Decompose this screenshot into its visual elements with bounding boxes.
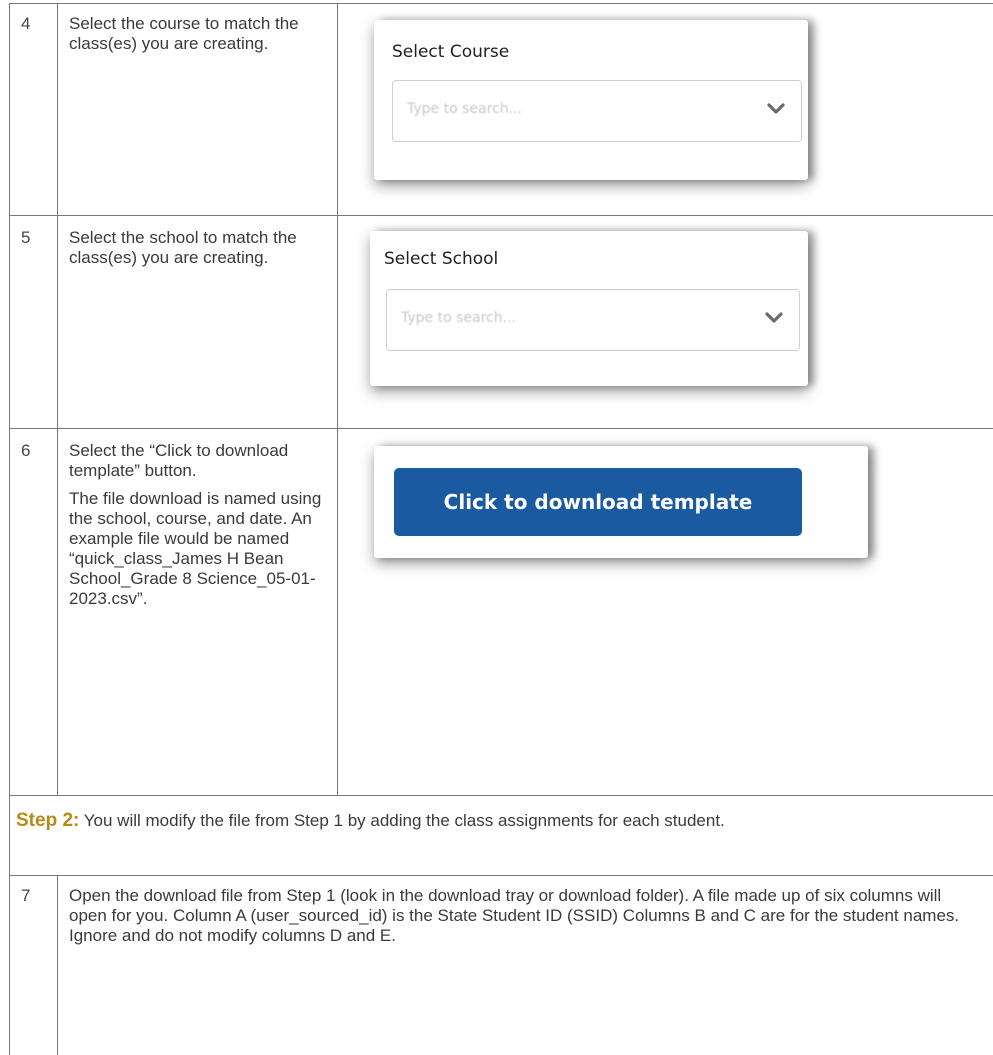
download-template-panel: Click to download template [374,446,868,558]
school-select-placeholder: Type to search... [401,310,516,326]
instruction-text: Open the download file from Step 1 (look… [69,886,960,945]
instruction-text: Select the “Click to download template” … [69,441,289,480]
course-select-placeholder: Type to search... [407,101,522,117]
download-template-button[interactable]: Click to download template [394,468,802,536]
step-instruction: Select the course to match the class(es)… [69,14,331,62]
document-page: 4 Select the course to match the class(e… [0,0,993,1055]
instruction-text: Select the school to match the class(es)… [69,228,297,267]
step-number: 5 [21,228,31,247]
step2-text: You will modify the file from Step 1 by … [79,811,725,830]
school-select[interactable]: Type to search... [386,289,800,351]
instruction-detail-text: The file download is named using the sch… [69,489,322,608]
select-school-panel: Select School Type to search... [370,231,808,386]
step-instruction: Open the download file from Step 1 (look… [69,886,974,954]
course-select[interactable]: Type to search... [392,80,802,142]
chevron-down-icon[interactable] [765,99,787,119]
step2-label: Step 2: [16,810,80,831]
select-school-label: Select School [384,249,499,269]
row-divider-6-step2 [9,795,993,796]
step2-heading: Step 2: You will modify the file from St… [16,810,976,831]
column-divider-number [57,3,58,795]
step-number: 6 [21,441,31,460]
row-divider-5-6 [9,428,993,429]
table-border-top [9,3,993,4]
step-instruction: Select the school to match the class(es)… [69,228,331,276]
step-instruction: Select the “Click to download template” … [69,441,331,617]
step-number: 4 [21,14,31,33]
select-course-label: Select Course [392,42,510,62]
column-divider-number-row7 [57,875,58,1055]
chevron-down-icon[interactable] [763,308,785,328]
column-divider-instruction [337,3,338,795]
row-divider-step2-7 [9,875,993,876]
step-number: 7 [21,886,31,905]
row-divider-4-5 [9,215,993,216]
instruction-text: Select the course to match the class(es)… [69,14,299,53]
select-course-panel: Select Course Type to search... [374,20,808,180]
table-border-left [9,3,10,1055]
